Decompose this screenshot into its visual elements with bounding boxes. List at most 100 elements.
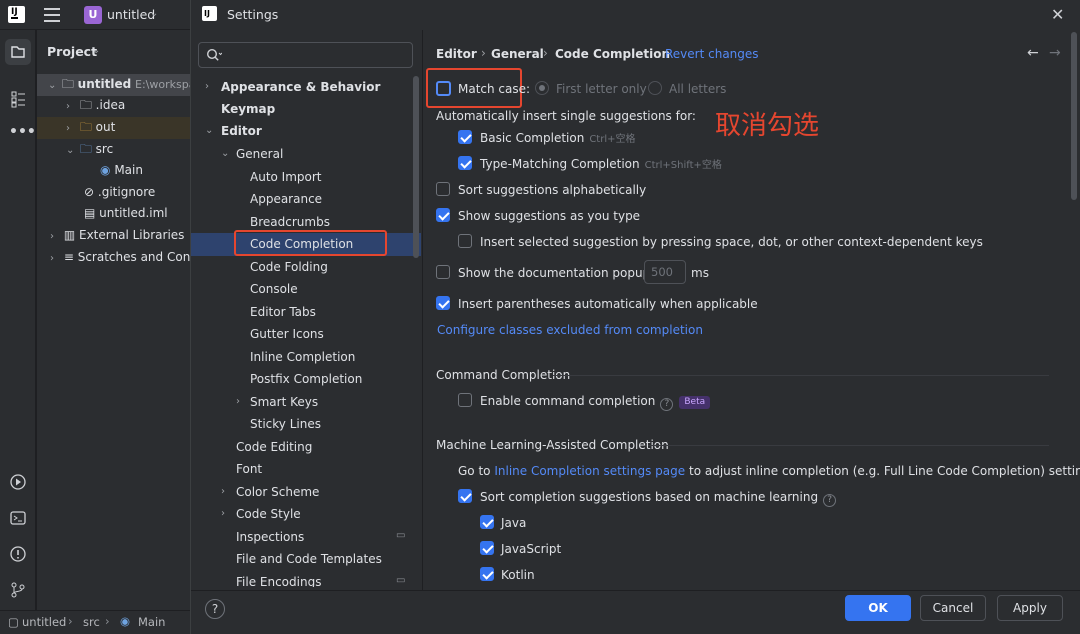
nav-inspections[interactable]: Inspections <box>236 526 304 548</box>
annotation-text: 取消勾选 <box>715 111 820 141</box>
terminal-icon[interactable] <box>9 509 27 527</box>
first-letter-radio[interactable] <box>535 81 549 95</box>
match-case-label: Match case: <box>458 82 531 96</box>
tree-item-iml[interactable]: ▤ untitled.iml <box>84 203 168 224</box>
content-scrollbar[interactable] <box>1071 32 1077 200</box>
enable-command-checkbox[interactable] <box>458 393 472 407</box>
chevron-right-icon: › <box>66 101 70 112</box>
nav-keymap[interactable]: Keymap <box>221 98 275 120</box>
tree-item-idea[interactable]: › 🗀 .idea <box>66 95 125 116</box>
nav-smart-keys[interactable]: Smart Keys <box>250 391 318 413</box>
status-crumb-main[interactable]: Main <box>138 615 165 629</box>
insert-selected-checkbox[interactable] <box>458 234 472 248</box>
nav-code-folding[interactable]: Code Folding <box>250 256 328 278</box>
breadcrumb-general[interactable]: General <box>491 46 544 62</box>
nav-inline-completion[interactable]: Inline Completion <box>250 346 355 368</box>
chevron-down-icon: ⌄ <box>92 45 101 56</box>
breadcrumb-editor[interactable]: Editor <box>436 46 477 62</box>
nav-color-scheme[interactable]: Color Scheme <box>236 481 319 503</box>
sort-alphabetically-checkbox[interactable] <box>436 182 450 196</box>
chevron-right-icon: › <box>221 486 225 497</box>
project-panel-title[interactable]: Project <box>47 44 97 59</box>
file-icon: ▤ <box>84 206 96 220</box>
doc-delay-input[interactable]: 500 <box>644 260 686 284</box>
structure-icon[interactable] <box>9 90 27 108</box>
main-menu-icon[interactable] <box>44 8 60 22</box>
nav-font[interactable]: Font <box>236 458 262 480</box>
cancel-button[interactable]: Cancel <box>920 595 986 621</box>
basic-completion-checkbox[interactable] <box>458 130 472 144</box>
chevron-right-icon: › <box>221 508 225 519</box>
tree-item-untitled[interactable]: ⌄ 🗀 untitled E:\workspa <box>48 74 195 95</box>
nav-sticky-lines[interactable]: Sticky Lines <box>250 413 321 435</box>
show-as-type-checkbox[interactable] <box>436 208 450 222</box>
run-icon[interactable] <box>9 473 27 491</box>
nav-editor[interactable]: Editor <box>221 120 262 142</box>
more-icon[interactable]: ••• <box>9 123 36 141</box>
project-tool-icon[interactable] <box>5 39 31 65</box>
nav-file-encodings[interactable]: File Encodings <box>236 571 321 587</box>
sort-ml-checkbox[interactable] <box>458 489 472 503</box>
folder-icon: 🗀 <box>79 98 92 112</box>
inline-completion-settings-link[interactable]: Inline Completion settings page <box>494 464 685 478</box>
settings-nav: › Appearance & Behavior Keymap ⌄ Editor … <box>191 30 421 590</box>
dialog-footer: ? OK Cancel Apply <box>191 590 1080 634</box>
apply-button[interactable]: Apply <box>997 595 1063 621</box>
project-scope-icon: ▭ <box>396 530 406 541</box>
nav-scrollbar[interactable] <box>413 76 419 258</box>
forward-arrow-icon[interactable]: → <box>1049 45 1061 61</box>
chevron-down-icon: ⌄ <box>205 125 214 136</box>
git-icon[interactable] <box>9 581 27 599</box>
chevron-right-icon: › <box>50 253 54 264</box>
back-arrow-icon[interactable]: ← <box>1027 45 1039 61</box>
project-switcher[interactable]: untitled <box>107 7 155 22</box>
match-case-checkbox[interactable] <box>436 81 451 96</box>
nav-code-editing[interactable]: Code Editing <box>236 436 312 458</box>
class-icon: ◉ <box>100 163 111 177</box>
type-matching-checkbox[interactable] <box>458 156 472 170</box>
help-button[interactable]: ? <box>205 599 225 619</box>
folder-icon: 🗀 <box>79 142 92 156</box>
tree-item-main[interactable]: ◉ Main <box>100 160 143 181</box>
sort-ml-label: Sort completion suggestions based on mac… <box>480 489 837 507</box>
close-icon[interactable]: ✕ <box>1051 0 1064 30</box>
nav-file-code-templates[interactable]: File and Code Templates <box>236 548 382 570</box>
first-letter-label: First letter only <box>556 82 647 96</box>
nav-general[interactable]: General <box>236 143 283 165</box>
problems-icon[interactable] <box>9 545 27 563</box>
intellij-logo-icon: IJ <box>202 6 217 21</box>
tree-item-external-libraries[interactable]: › ▥ External Libraries <box>50 225 184 246</box>
javascript-checkbox[interactable] <box>480 541 494 555</box>
kotlin-checkbox[interactable] <box>480 567 494 581</box>
intellij-logo-icon: IJ <box>8 6 25 23</box>
nav-appearance-behavior[interactable]: Appearance & Behavior <box>221 76 380 98</box>
show-doc-checkbox[interactable] <box>436 265 450 279</box>
status-crumb-project[interactable]: untitled <box>22 615 66 629</box>
nav-postfix-completion[interactable]: Postfix Completion <box>250 368 362 390</box>
chevron-right-icon: › <box>205 81 209 92</box>
nav-appearance[interactable]: Appearance <box>250 188 322 210</box>
nav-gutter-icons[interactable]: Gutter Icons <box>250 323 324 345</box>
status-crumb-src[interactable]: src <box>83 615 100 629</box>
java-checkbox[interactable] <box>480 515 494 529</box>
chevron-right-icon: › <box>66 123 70 134</box>
folder-icon: 🗀 <box>61 77 74 91</box>
section-separator <box>553 375 1049 376</box>
nav-auto-import[interactable]: Auto Import <box>250 166 322 188</box>
all-letters-radio[interactable] <box>648 81 662 95</box>
javascript-label: JavaScript <box>501 542 562 556</box>
nav-code-style[interactable]: Code Style <box>236 503 301 525</box>
configure-excluded-link[interactable]: Configure classes excluded from completi… <box>437 322 703 338</box>
nav-editor-tabs[interactable]: Editor Tabs <box>250 301 316 323</box>
revert-changes-link[interactable]: Revert changes <box>665 46 759 62</box>
tree-item-scratches[interactable]: › ≡ Scratches and Conso <box>50 247 204 268</box>
tree-item-gitignore[interactable]: ⊘ .gitignore <box>84 182 155 203</box>
tree-item-src[interactable]: ⌄ 🗀 src <box>66 139 113 160</box>
project-scope-icon: ▭ <box>396 575 406 586</box>
nav-console[interactable]: Console <box>250 278 298 300</box>
settings-search-input[interactable] <box>198 42 413 68</box>
show-as-type-label: Show suggestions as you type <box>458 209 641 223</box>
ok-button[interactable]: OK <box>845 595 911 621</box>
tree-item-out[interactable]: › 🗀 out <box>66 117 115 138</box>
insert-parentheses-checkbox[interactable] <box>436 296 450 310</box>
